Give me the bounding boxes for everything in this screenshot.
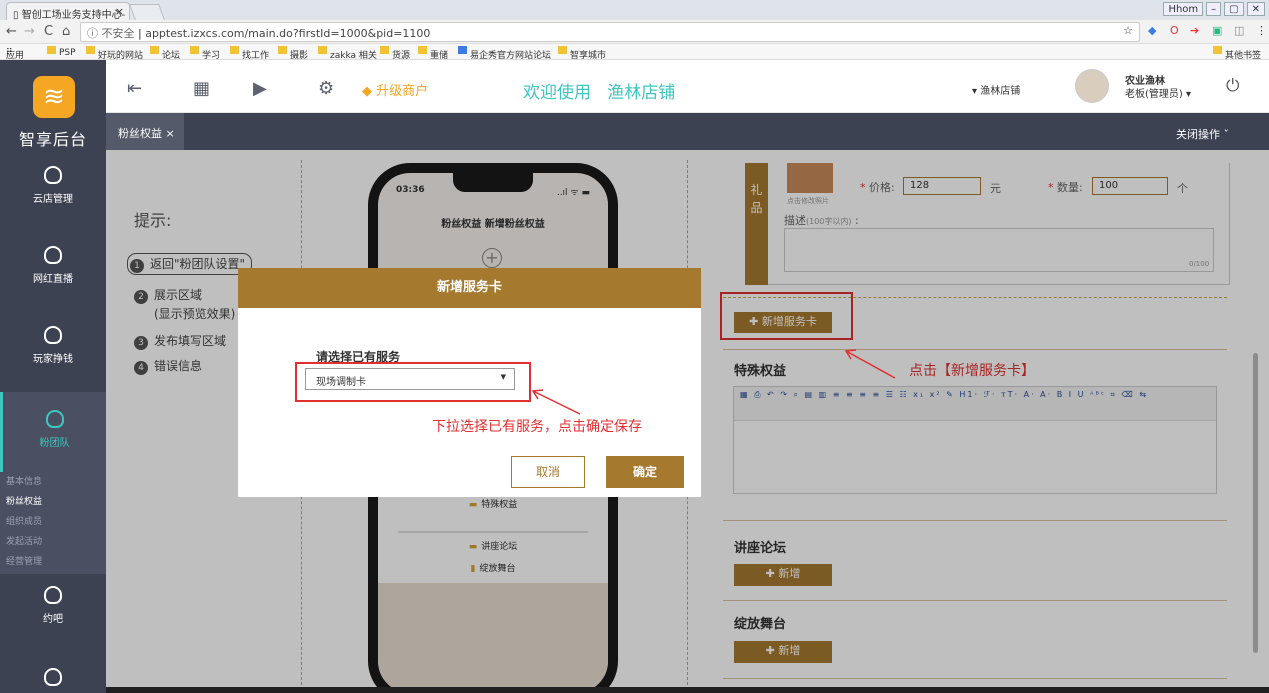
annotation-arrows <box>531 349 896 415</box>
arrow-line <box>845 350 896 379</box>
arrow-line <box>532 390 581 415</box>
